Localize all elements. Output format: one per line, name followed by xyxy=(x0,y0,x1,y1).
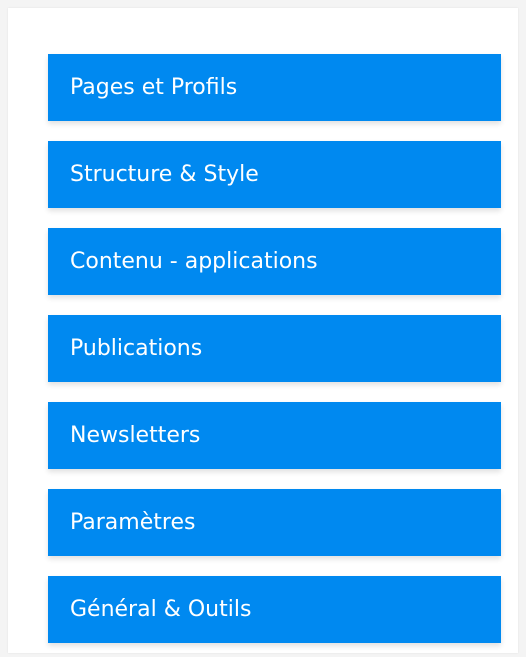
navigation-panel: Pages et Profils Structure & Style Conte… xyxy=(8,8,518,653)
menu-item-contenu-applications[interactable]: Contenu - applications xyxy=(48,228,501,295)
main-menu: Pages et Profils Structure & Style Conte… xyxy=(48,54,501,643)
menu-item-publications[interactable]: Publications xyxy=(48,315,501,382)
menu-item-general-outils[interactable]: Général & Outils xyxy=(48,576,501,643)
menu-item-parametres[interactable]: Paramètres xyxy=(48,489,501,556)
menu-item-label: Pages et Profils xyxy=(70,74,238,100)
menu-item-label: Publications xyxy=(70,335,203,361)
menu-item-structure-style[interactable]: Structure & Style xyxy=(48,141,501,208)
menu-item-pages-et-profils[interactable]: Pages et Profils xyxy=(48,54,501,121)
menu-item-label: Général & Outils xyxy=(70,596,252,622)
menu-item-label: Paramètres xyxy=(70,509,196,535)
menu-item-newsletters[interactable]: Newsletters xyxy=(48,402,501,469)
menu-item-label: Structure & Style xyxy=(70,161,259,187)
menu-item-label: Contenu - applications xyxy=(70,248,318,274)
menu-item-label: Newsletters xyxy=(70,422,201,448)
